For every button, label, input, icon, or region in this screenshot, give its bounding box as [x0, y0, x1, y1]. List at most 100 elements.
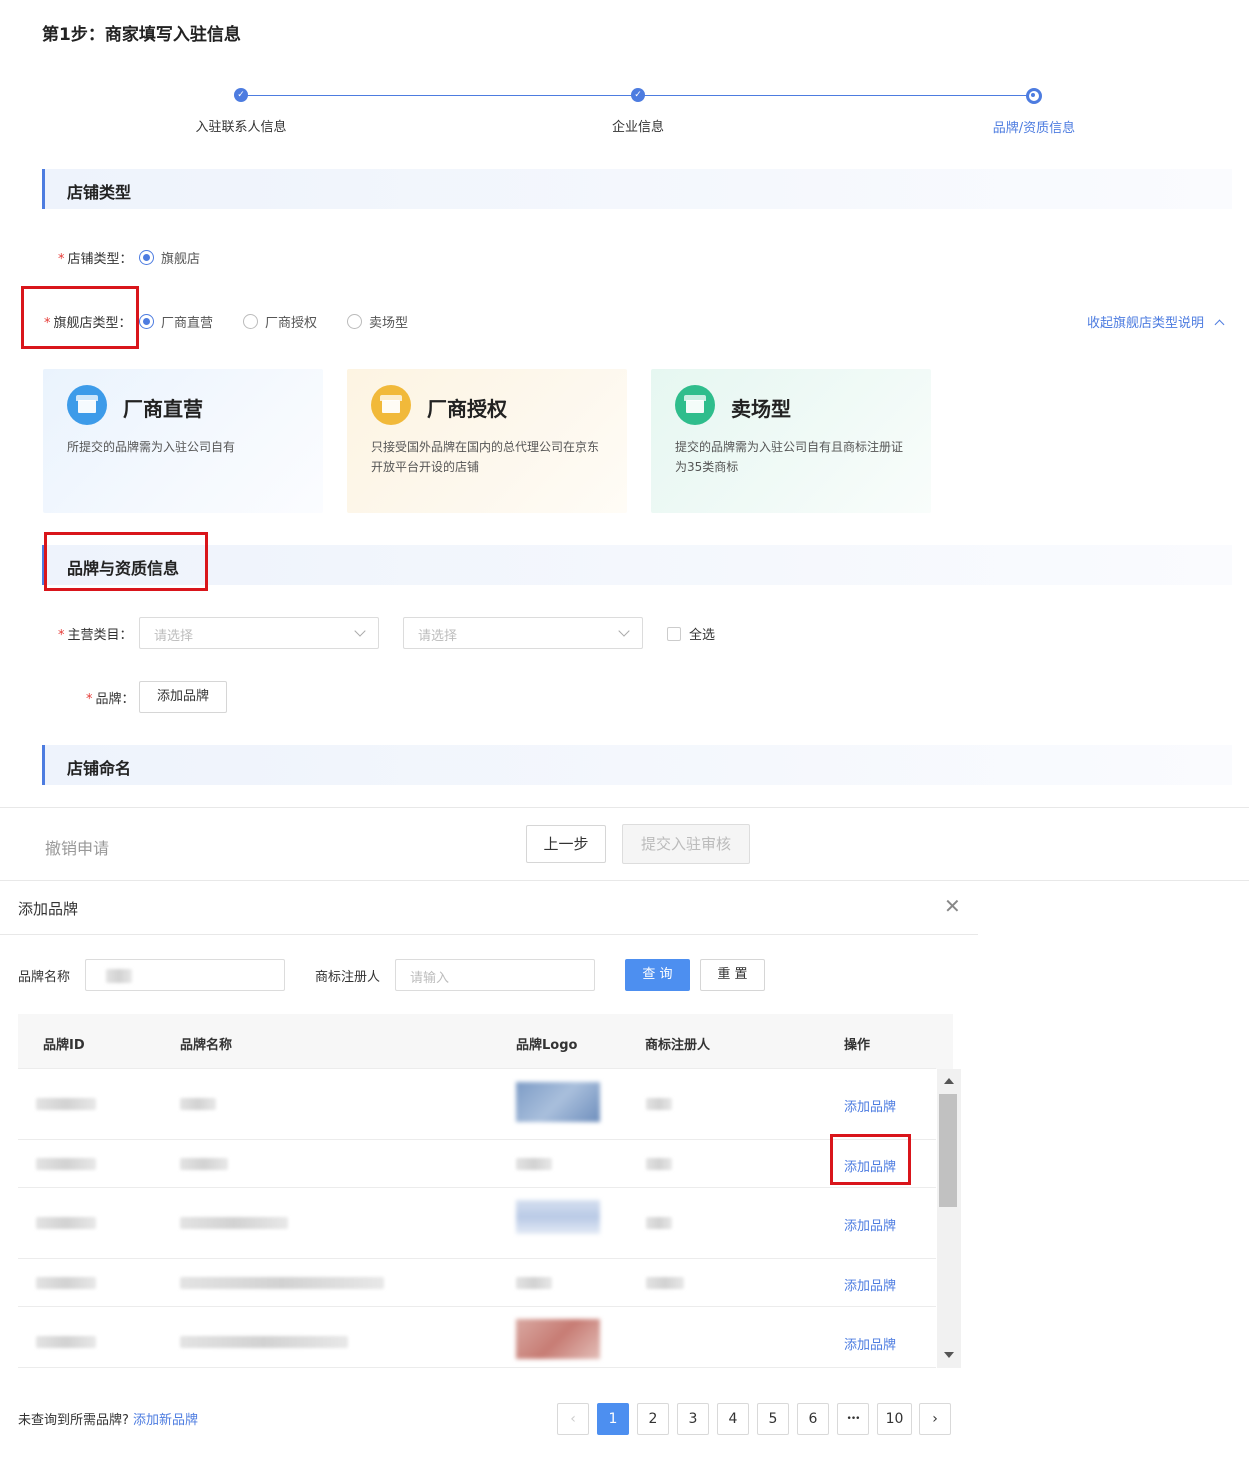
pagination-page[interactable]: 1 [597, 1403, 629, 1435]
query-button[interactable]: 查 询 [625, 959, 690, 991]
column-registrant: 商标注册人 [645, 1038, 711, 1053]
store-type-label: * 店铺类型： [58, 252, 133, 267]
step-label-company: 企业信息 [611, 120, 665, 135]
blurred-cell [36, 1277, 96, 1289]
section-store-naming: 店铺命名 [42, 745, 1232, 785]
blurred-cell [646, 1098, 672, 1110]
brand-logo [516, 1082, 600, 1122]
brand-logo [516, 1277, 552, 1289]
pagination-page[interactable]: 10 [877, 1403, 912, 1435]
row-add-brand-link[interactable]: 添加品牌 [844, 1215, 896, 1234]
section-title: 店铺命名 [67, 759, 132, 778]
submit-review-button[interactable]: 提交入驻审核 [622, 824, 750, 864]
table-row: 添加品牌 [18, 1188, 936, 1258]
progress-steps: ✓ ✓ 入驻联系人信息 企业信息 品牌/资质信息 [0, 0, 1249, 140]
blurred-cell [36, 1217, 96, 1229]
brand-logo [516, 1319, 600, 1359]
table-row: 添加品牌 [18, 1140, 936, 1188]
pagination-page[interactable]: 6 [797, 1403, 829, 1435]
column-brand-name: 品牌名称 [180, 1038, 233, 1053]
pagination-prev[interactable]: ‹ [557, 1403, 589, 1435]
step-done-icon: ✓ [234, 88, 248, 102]
brand-name-label: 品牌名称 [18, 970, 71, 985]
store-icon [675, 385, 715, 425]
radio-icon [347, 314, 362, 329]
footer-divider [0, 807, 1249, 808]
row-add-brand-link[interactable]: 添加品牌 [844, 1334, 896, 1353]
row-divider [18, 1367, 936, 1368]
registrant-label: 商标注册人 [315, 970, 381, 985]
pagination-next[interactable]: › [919, 1403, 951, 1435]
pagination-page[interactable]: 3 [677, 1403, 709, 1435]
blurred-cell [36, 1098, 96, 1110]
pagination-ellipsis[interactable]: ••• [837, 1403, 869, 1435]
table-scrollbar[interactable] [937, 1069, 961, 1368]
blurred-cell [180, 1158, 228, 1170]
category-select-primary[interactable]: 请选择 [139, 617, 379, 649]
add-brand-modal: 添加品牌 ✕ 品牌名称 商标注册人 请输入 查 询 重 置 品牌ID 品牌名称 … [0, 881, 978, 1457]
radio-icon [139, 314, 154, 329]
column-brand-id: 品牌ID [43, 1038, 85, 1053]
cancel-application-link[interactable]: 撤销申请 [45, 835, 109, 859]
brand-label: * 品牌： [86, 692, 135, 707]
blurred-cell [180, 1277, 384, 1289]
add-new-brand-link[interactable]: 添加新品牌 [133, 1413, 198, 1428]
table-row: 添加品牌 [18, 1307, 936, 1367]
chevron-down-icon [618, 625, 630, 637]
blurred-cell [646, 1158, 672, 1170]
card-title: 厂商授权 [427, 397, 507, 421]
flagship-type-label: * 旗舰店类型： [44, 316, 132, 331]
section-title: 店铺类型 [67, 183, 132, 202]
scroll-up-icon[interactable] [944, 1078, 954, 1084]
add-brand-button[interactable]: 添加品牌 [139, 681, 227, 713]
column-brand-logo: 品牌Logo [516, 1038, 578, 1053]
radio-manufacturer-direct[interactable]: 厂商直营 [139, 312, 213, 331]
card-desc: 提交的品牌需为入驻公司自有且商标注册证为35类商标 [675, 440, 904, 474]
step-current-icon [1026, 88, 1042, 104]
section-brand-qualification: 品牌与资质信息 [42, 545, 1232, 585]
checkbox-icon [667, 626, 681, 641]
scroll-down-icon[interactable] [944, 1352, 954, 1358]
blurred-cell [646, 1277, 684, 1289]
table-row: 添加品牌 [18, 1259, 936, 1307]
radio-icon [243, 314, 258, 329]
row-add-brand-link[interactable]: 添加品牌 [844, 1275, 896, 1294]
radio-manufacturer-authorized[interactable]: 厂商授权 [243, 312, 317, 331]
column-action: 操作 [844, 1038, 871, 1053]
store-icon [67, 385, 107, 425]
chevron-up-icon [1214, 319, 1225, 330]
table-header: 品牌ID 品牌名称 品牌Logo 商标注册人 操作 [18, 1014, 953, 1069]
radio-mall-type[interactable]: 卖场型 [347, 312, 408, 331]
select-all-checkbox[interactable]: 全选 [667, 624, 715, 643]
scroll-thumb[interactable] [939, 1094, 957, 1207]
blurred-value [106, 969, 132, 983]
brand-name-input[interactable] [85, 959, 285, 991]
registrant-input[interactable]: 请输入 [395, 959, 595, 991]
blurred-cell [646, 1217, 672, 1229]
brand-logo [516, 1200, 600, 1234]
pagination-page[interactable]: 4 [717, 1403, 749, 1435]
category-label: * 主营类目： [58, 628, 133, 643]
blurred-cell [36, 1158, 96, 1170]
modal-header-divider [0, 934, 978, 935]
pagination-page[interactable]: 2 [637, 1403, 669, 1435]
highlight-box [830, 1134, 911, 1185]
collapse-explanation-link[interactable]: 收起旗舰店类型说明 [1087, 312, 1225, 331]
chevron-down-icon [354, 625, 366, 637]
card-desc: 所提交的品牌需为入驻公司自有 [67, 440, 236, 454]
card-mall-type: 卖场型 提交的品牌需为入驻公司自有且商标注册证为35类商标 [651, 369, 931, 513]
not-found-hint: 未查询到所需品牌? 添加新品牌 [18, 1413, 199, 1428]
brand-logo [516, 1158, 552, 1170]
table-row: 添加品牌 [18, 1069, 936, 1139]
close-icon[interactable]: ✕ [944, 896, 961, 916]
row-add-brand-link[interactable]: 添加品牌 [844, 1096, 896, 1115]
highlight-box [44, 532, 208, 591]
reset-button[interactable]: 重 置 [700, 959, 765, 991]
blurred-cell [36, 1336, 96, 1348]
card-manufacturer-authorized: 厂商授权 只接受国外品牌在国内的总代理公司在京东开放平台开设的店铺 [347, 369, 627, 513]
prev-step-button[interactable]: 上一步 [526, 825, 606, 863]
category-select-secondary[interactable]: 请选择 [403, 617, 643, 649]
radio-flagship-store[interactable]: 旗舰店 [139, 248, 200, 267]
pagination-page[interactable]: 5 [757, 1403, 789, 1435]
step-label-brand: 品牌/资质信息 [992, 121, 1076, 136]
